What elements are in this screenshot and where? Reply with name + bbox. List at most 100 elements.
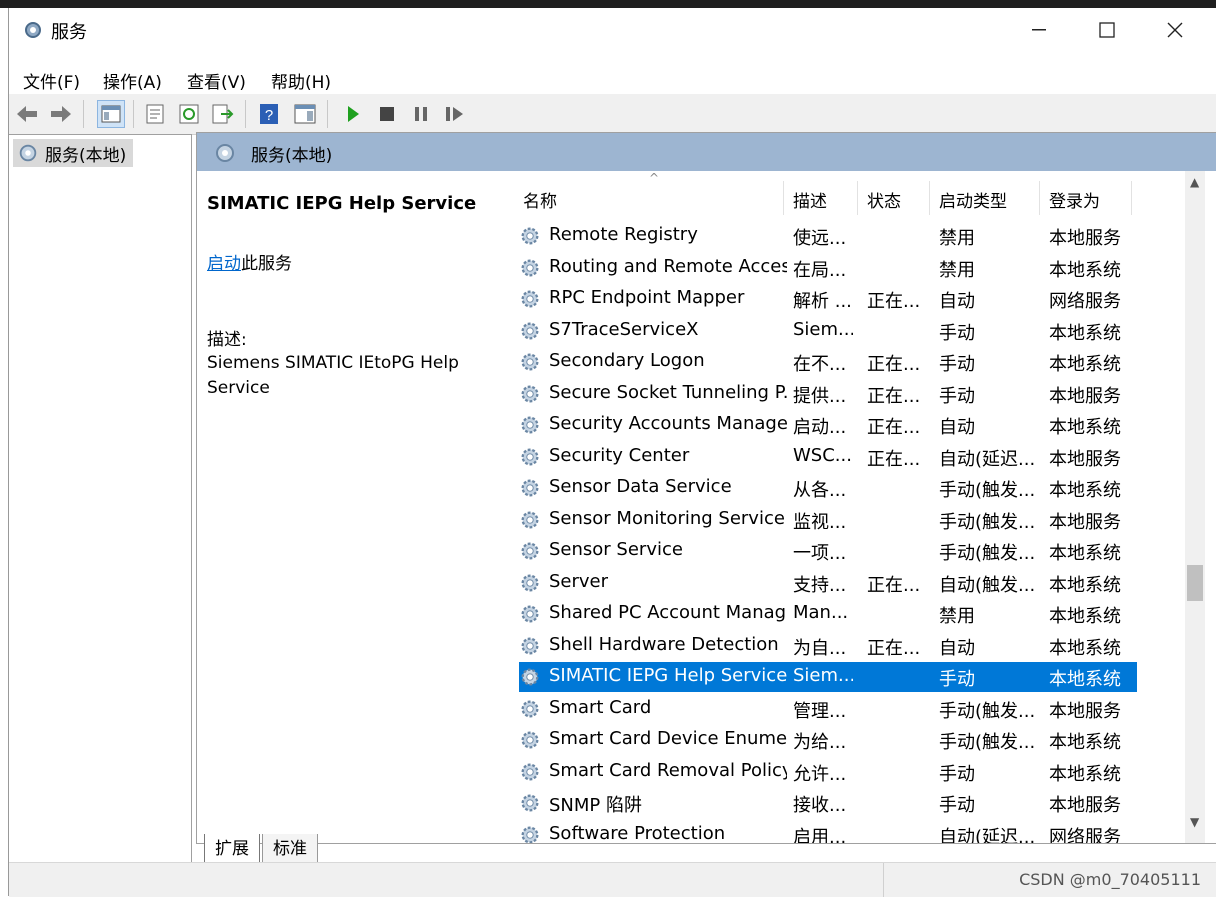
service-status: 正在...	[867, 291, 921, 312]
service-startup-type: 禁用	[939, 259, 975, 281]
start-service-link[interactable]: 启动	[207, 254, 241, 274]
table-row[interactable]: Server 支持... 正在... 自动(触发... 本地系统	[519, 568, 1137, 598]
maximize-icon	[1099, 22, 1115, 38]
service-logon-as: 本地服务	[1049, 795, 1121, 816]
menu-action[interactable]: 操作(A)	[103, 68, 162, 93]
service-description: 解析 ...	[793, 291, 852, 312]
column-header-description[interactable]: 描述	[793, 187, 827, 212]
service-logon-as: 本地系统	[1049, 354, 1121, 375]
scroll-down-icon[interactable]: ▼	[1190, 815, 1199, 829]
table-row[interactable]: Routing and Remote Access 在局... 禁用 本地系统	[519, 253, 1137, 283]
export-list-button[interactable]	[211, 102, 235, 126]
service-description: 允许...	[793, 763, 847, 785]
table-row[interactable]: SNMP 陷阱 接收... 手动 本地服务	[519, 788, 1137, 818]
service-description: 提供...	[793, 385, 847, 407]
service-gear-icon	[521, 668, 539, 686]
table-row[interactable]: Smart Card Device Enumer... 为给... 手动(触发...…	[519, 725, 1137, 755]
service-gear-icon	[521, 511, 539, 528]
menu-help[interactable]: 帮助(H)	[271, 68, 331, 93]
table-row[interactable]: Sensor Data Service 从各... 手动(触发... 本地系统	[519, 473, 1137, 503]
service-logon-as: 本地服务	[1049, 511, 1121, 533]
refresh-button[interactable]	[177, 102, 201, 126]
console-tree: 服务(本地)	[9, 134, 192, 863]
restart-service-button[interactable]	[443, 102, 467, 126]
service-name: SIMATIC IEPG Help Service	[549, 665, 787, 686]
minimize-button[interactable]	[1009, 8, 1069, 52]
pause-service-button[interactable]	[409, 102, 433, 126]
table-row[interactable]: Smart Card 管理... 手动(触发... 本地服务	[519, 694, 1137, 724]
back-button[interactable]	[15, 102, 39, 126]
menu-bar: 文件(F) 操作(A) 查看(V) 帮助(H)	[9, 60, 1216, 94]
service-status: 正在...	[867, 448, 921, 470]
table-row[interactable]: Sensor Monitoring Service 监视... 手动(触发... 本地…	[519, 505, 1137, 535]
help-button[interactable]: ?	[257, 102, 281, 126]
service-name: RPC Endpoint Mapper	[549, 287, 745, 308]
menu-file[interactable]: 文件(F)	[23, 68, 80, 93]
start-service-suffix: 此服务	[241, 254, 292, 274]
service-startup-type: 手动	[939, 385, 975, 407]
close-button[interactable]	[1145, 8, 1205, 52]
tab-extended[interactable]: 扩展	[204, 834, 260, 863]
vertical-scrollbar[interactable]: ▲ ▼	[1185, 171, 1205, 843]
service-startup-type: 禁用	[939, 606, 975, 627]
table-row[interactable]: Sensor Service 一项... 手动(触发... 本地系统	[519, 536, 1137, 566]
properties-button[interactable]	[143, 102, 167, 126]
table-row[interactable]: Security Accounts Manager 启动... 正在... 自动 本地系…	[519, 410, 1137, 440]
table-row[interactable]: Security Center WSC... 正在... 自动(延迟... 本地服务	[519, 442, 1137, 472]
service-description: 在不...	[793, 354, 847, 375]
forward-button[interactable]	[49, 102, 73, 126]
service-name: Sensor Monitoring Service	[549, 507, 785, 529]
service-list: ^ 名称 描述 状态 启动类型 登录为 Remote Registry 使远...…	[509, 171, 1216, 843]
table-row[interactable]: Shell Hardware Detection 为自... 正在... 自动 本地系统	[519, 631, 1137, 661]
service-name: Sensor Service	[549, 539, 683, 560]
table-row[interactable]: Remote Registry 使远... 禁用 本地服务	[519, 221, 1137, 251]
gear-icon	[19, 144, 37, 162]
console-tree-icon	[101, 105, 121, 123]
column-header-name[interactable]: 名称	[523, 187, 557, 212]
tab-standard[interactable]: 标准	[262, 834, 318, 863]
service-name: Smart Card Removal Policy	[549, 759, 787, 781]
column-header-status[interactable]: 状态	[867, 187, 901, 212]
service-gear-icon	[521, 416, 539, 434]
action-pane-button[interactable]	[293, 102, 317, 126]
show-console-tree-button[interactable]	[97, 100, 125, 128]
service-name: S7TraceServiceX	[549, 318, 699, 340]
service-startup-type: 自动(触发...	[939, 574, 1036, 596]
service-name: Secure Socket Tunneling P...	[549, 381, 787, 403]
service-logon-as: 本地系统	[1049, 606, 1121, 627]
table-row[interactable]: RPC Endpoint Mapper 解析 ... 正在... 自动 网络服务	[519, 284, 1137, 314]
help-icon: ?	[260, 104, 278, 124]
service-name: SNMP 陷阱	[549, 795, 642, 816]
service-startup-type: 手动	[939, 795, 975, 816]
arrow-right-icon	[51, 106, 71, 122]
service-description: Siem...	[793, 665, 853, 686]
service-description: 监视...	[793, 511, 847, 533]
play-icon	[348, 106, 359, 122]
scroll-up-icon[interactable]: ▲	[1190, 175, 1199, 189]
tree-item-services-local[interactable]: 服务(本地)	[13, 139, 133, 167]
service-logon-as: 本地服务	[1049, 448, 1121, 470]
start-service-button[interactable]	[341, 102, 365, 126]
table-row[interactable]: Shared PC Account Manager Man... 禁用 本地系统	[519, 599, 1137, 629]
table-row[interactable]: Secondary Logon 在不... 正在... 手动 本地系统	[519, 347, 1137, 377]
service-gear-icon	[521, 259, 539, 276]
service-gear-icon	[521, 731, 539, 749]
scrollbar-thumb[interactable]	[1187, 565, 1203, 601]
table-row[interactable]: S7TraceServiceX Siem... 手动 本地系统	[519, 316, 1137, 346]
column-header-logon-as[interactable]: 登录为	[1049, 187, 1100, 212]
column-header-startup-type[interactable]: 启动类型	[939, 187, 1007, 212]
service-name: Security Accounts Manager	[549, 413, 787, 434]
stop-service-button[interactable]	[375, 102, 399, 126]
pause-icon	[415, 107, 427, 121]
service-name: Security Center	[549, 444, 690, 466]
service-gear-icon	[521, 385, 539, 402]
selected-service-name: SIMATIC IEPG Help Service	[207, 193, 477, 214]
menu-view[interactable]: 查看(V)	[187, 68, 246, 93]
table-row-selected[interactable]: SIMATIC IEPG Help Service Siem... 手动 本地系统	[519, 662, 1137, 692]
table-row[interactable]: Secure Socket Tunneling P... 提供... 正在... 手动…	[519, 379, 1137, 409]
service-logon-as: 本地系统	[1049, 480, 1121, 501]
refresh-icon	[179, 104, 199, 124]
maximize-button[interactable]	[1077, 8, 1137, 52]
table-row[interactable]: Smart Card Removal Policy 允许... 手动 本地系统	[519, 757, 1137, 787]
service-name: Server	[549, 570, 609, 592]
